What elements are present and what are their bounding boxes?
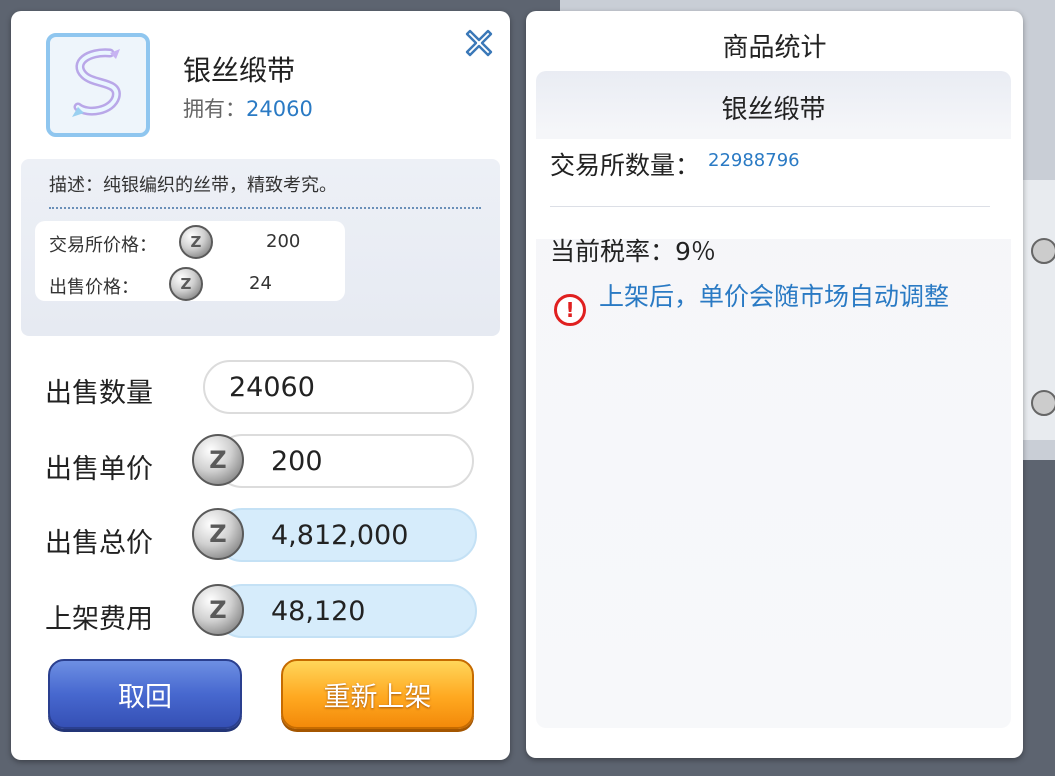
quantity-value: 24060 — [229, 371, 315, 403]
divider — [550, 206, 990, 207]
warning-icon: ! — [554, 294, 586, 326]
price-adjust-warning: 上架后，单价会随市场自动调整 — [599, 282, 950, 311]
cancel-button-label: 取回 — [118, 681, 172, 713]
item-info-box: 描述：纯银编织的丝带，精致考究。 交易所价格： Z 200 出售价格： Z 24 — [21, 159, 500, 336]
item-name: 银丝缎带 — [183, 54, 296, 87]
item-stats-panel: 商品统计 银丝缎带 交易所数量： 22988796 当前税率：9％ ! 上架后，… — [526, 11, 1023, 758]
owned-value: 24060 — [246, 97, 313, 121]
tax-rate: 当前税率：9％ — [550, 237, 716, 266]
zeny-coin-icon: Z — [192, 508, 244, 560]
owned-label: 拥有： — [183, 97, 246, 121]
sell-price-value: 24 — [249, 273, 272, 294]
sell-price-label: 出售价格： — [49, 277, 139, 298]
background-coin-icon — [1031, 238, 1055, 264]
stats-item-name: 银丝缎带 — [721, 95, 826, 125]
zeny-coin-icon: Z — [192, 584, 244, 636]
listing-fee-label: 上架费用 — [45, 604, 153, 635]
total-price-value: 4,812,000 — [271, 519, 409, 551]
zeny-coin-icon: Z — [192, 434, 244, 486]
quantity-label: 出售数量 — [45, 378, 153, 409]
relist-button[interactable]: 重新上架 — [281, 659, 474, 729]
sell-dialog: 银丝缎带 拥有：24060 描述：纯银编织的丝带，精致考究。 交易所价格： Z … — [11, 11, 510, 760]
item-icon-frame — [46, 33, 150, 137]
silver-ribbon-icon — [72, 48, 121, 117]
unit-price-value: 200 — [271, 445, 323, 477]
exchange-quantity-value: 22988796 — [708, 150, 800, 171]
owned-count: 拥有：24060 — [183, 93, 313, 123]
listing-fee-field: 48,120 — [215, 584, 477, 638]
relist-button-label: 重新上架 — [323, 681, 432, 713]
item-description: 描述：纯银编织的丝带，精致考究。 — [49, 175, 337, 196]
exchange-price-value: 200 — [266, 231, 301, 252]
stats-title: 商品统计 — [722, 33, 827, 63]
exchange-quantity-label: 交易所数量： — [550, 151, 701, 180]
unit-price-label: 出售单价 — [45, 454, 153, 485]
close-button[interactable] — [461, 25, 497, 61]
exchange-price-label: 交易所价格： — [49, 235, 157, 256]
divider — [49, 207, 481, 209]
listing-fee-value: 48,120 — [271, 595, 366, 627]
unit-price-input[interactable]: 200 — [215, 434, 474, 488]
close-icon — [465, 29, 493, 57]
background-coin-icon — [1031, 390, 1055, 416]
total-price-field: 4,812,000 — [215, 508, 477, 562]
zeny-coin-icon: Z — [169, 267, 203, 301]
quantity-input[interactable]: 24060 — [203, 360, 474, 414]
zeny-coin-icon: Z — [179, 225, 213, 259]
total-price-label: 出售总价 — [45, 528, 153, 559]
stats-body: 银丝缎带 交易所数量： 22988796 当前税率：9％ ! 上架后，单价会随市… — [536, 71, 1011, 728]
cancel-button[interactable]: 取回 — [48, 659, 242, 729]
